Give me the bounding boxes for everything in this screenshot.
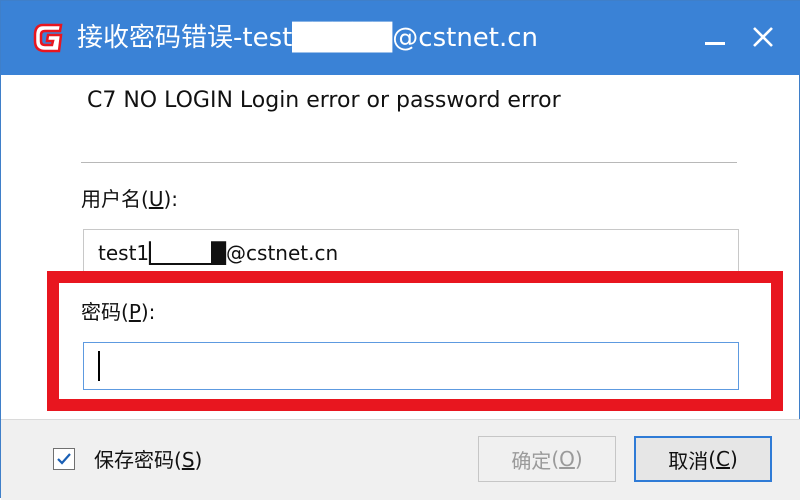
username-label: 用户名(U): — [81, 187, 178, 211]
checkmark-icon — [57, 453, 71, 465]
save-password-label[interactable]: 保存密码(S) — [94, 445, 202, 475]
close-button[interactable] — [743, 15, 783, 59]
password-error-dialog: 接收密码错误-test█████@cstnet.cn C7 NO LOGIN L… — [0, 0, 800, 500]
minimize-icon — [705, 42, 725, 45]
username-mnemonic: U — [148, 187, 164, 211]
save-password-mnemonic: S — [181, 448, 195, 472]
red-highlight-box — [47, 271, 783, 411]
redaction-mark — [151, 241, 211, 263]
error-message: C7 NO LOGIN Login error or password erro… — [87, 88, 561, 113]
redaction-mark — [292, 25, 362, 51]
save-password-text: 保存密码 — [94, 448, 174, 472]
ok-button-label: 确定 — [511, 448, 552, 473]
close-icon — [753, 27, 773, 47]
ok-button[interactable]: 确定(O) — [478, 436, 616, 482]
cancel-button-label: 取消 — [668, 448, 709, 473]
red-g-logo-icon — [33, 23, 63, 53]
divider — [81, 162, 737, 163]
cancel-button[interactable]: 取消(C) — [634, 436, 772, 482]
username-label-text: 用户名 — [81, 187, 141, 211]
save-password-checkbox[interactable] — [53, 448, 75, 470]
title-bar[interactable]: 接收密码错误-test█████@cstnet.cn — [1, 1, 800, 75]
ok-mnemonic: O — [559, 447, 575, 471]
minimize-button[interactable] — [695, 15, 735, 59]
cancel-mnemonic: C — [716, 447, 730, 471]
